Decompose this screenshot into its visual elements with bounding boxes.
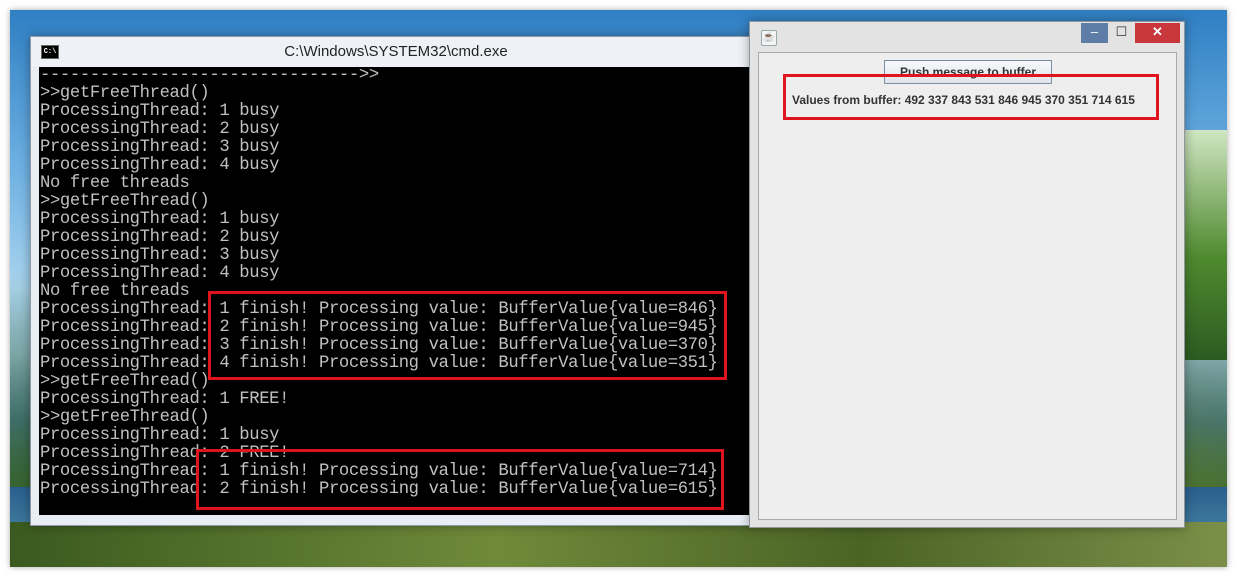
finish-highlight-box-2 [196, 449, 724, 510]
console-line: ProcessingThread: 2 busy [40, 228, 280, 247]
wallpaper-ground [10, 522, 1227, 567]
console-line: ProcessingThread: 4 busy [40, 156, 280, 175]
buffer-highlight-box [783, 74, 1159, 120]
console-line: ProcessingThread: 2 busy [40, 120, 280, 139]
console-output[interactable]: ProcessingThread: 2 finish! Processing v… [39, 67, 751, 515]
maximize-button[interactable]: ☐ [1108, 23, 1135, 43]
console-line: ProcessingThread: 1 FREE! [40, 390, 290, 409]
cmd-window[interactable]: C:\ C:\Windows\SYSTEM32\cmd.exe Processi… [30, 36, 762, 526]
console-line: No free threads [40, 282, 190, 301]
console-line: No free threads [40, 174, 190, 193]
java-app-window[interactable]: ☕ – ☐ ✕ Push message to buffer Values fr… [749, 21, 1185, 528]
console-line: ProcessingThread: 3 busy [40, 138, 280, 157]
cmd-titlebar[interactable]: C:\ C:\Windows\SYSTEM32\cmd.exe [31, 37, 761, 67]
console-line: >>getFreeThread() [40, 372, 210, 391]
close-button[interactable]: ✕ [1135, 23, 1180, 43]
console-line: >>getFreeThread() [40, 84, 210, 103]
console-line: ProcessingThread: 3 busy [40, 246, 280, 265]
console-line: ProcessingThread: 1 busy [40, 102, 280, 121]
console-line: ProcessingThread: 1 busy [40, 426, 280, 445]
cmd-window-title: C:\Windows\SYSTEM32\cmd.exe [284, 43, 508, 60]
java-content-panel: Push message to buffer Values from buffe… [758, 52, 1177, 520]
finish-highlight-box-1 [208, 291, 727, 380]
console-line: >>getFreeThread() [40, 408, 210, 427]
java-titlebar[interactable]: ☕ – ☐ ✕ [750, 22, 1184, 52]
console-line: ProcessingThread: 1 busy [40, 210, 280, 229]
console-line: -------------------------------->> [40, 67, 379, 85]
console-line: >>getFreeThread() [40, 192, 210, 211]
console-line: ProcessingThread: 4 busy [40, 264, 280, 283]
minimize-button[interactable]: – [1081, 23, 1108, 43]
java-cup-icon: ☕ [761, 30, 777, 46]
